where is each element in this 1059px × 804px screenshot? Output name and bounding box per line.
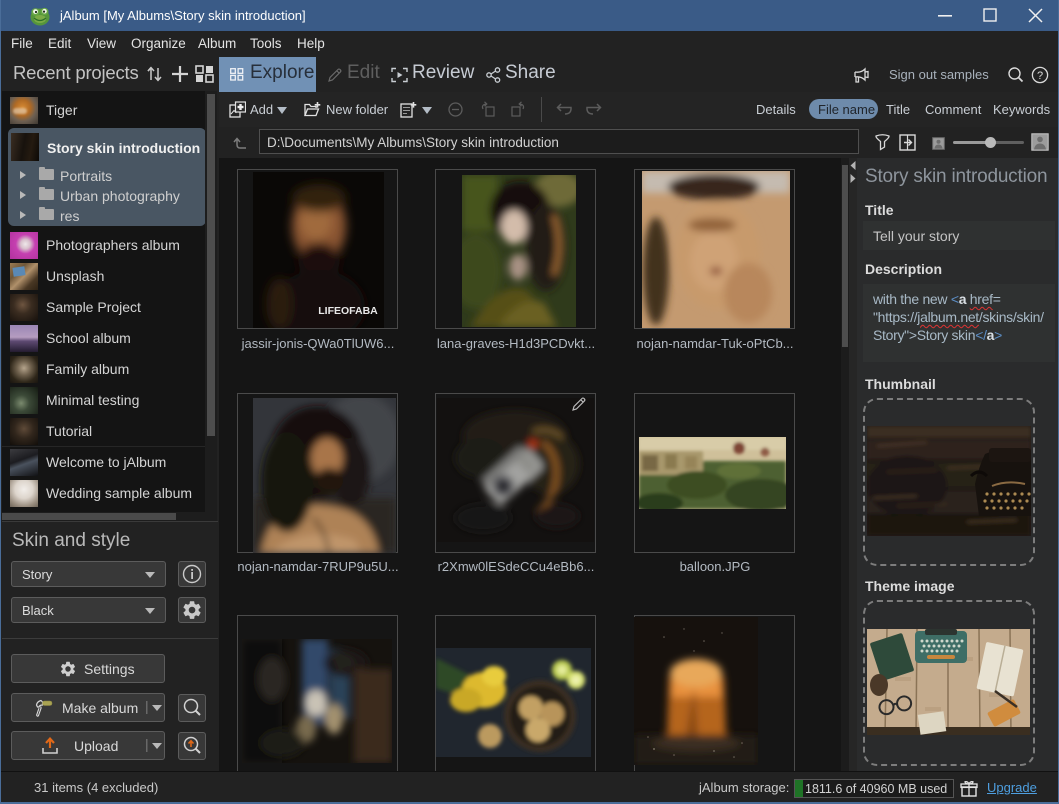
svg-text:?: ? — [1037, 70, 1043, 82]
svg-text:LIFEOFABA: LIFEOFABA — [318, 305, 378, 317]
